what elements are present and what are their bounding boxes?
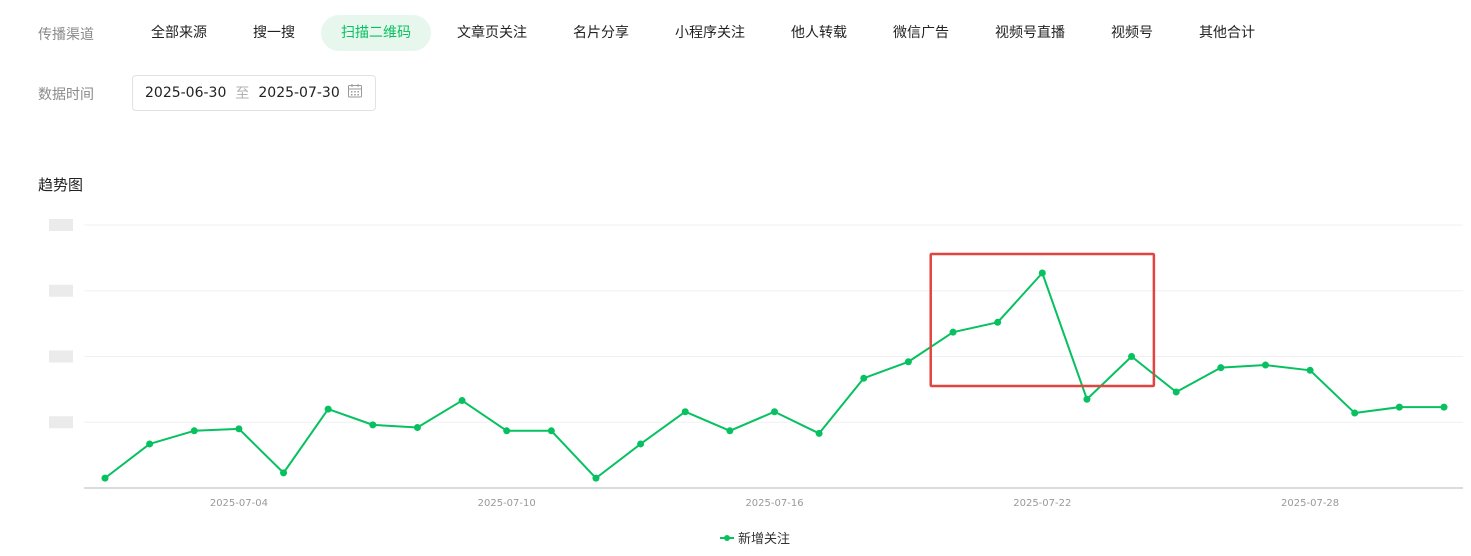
data-point[interactable] (101, 474, 109, 482)
data-point[interactable] (369, 421, 377, 429)
data-point[interactable] (949, 328, 957, 336)
data-point[interactable] (324, 405, 332, 413)
x-tick-label: 2025-07-10 (478, 498, 536, 509)
data-point[interactable] (146, 440, 154, 448)
data-point[interactable] (1351, 409, 1359, 417)
data-point[interactable] (637, 440, 645, 448)
data-point[interactable] (815, 429, 823, 437)
series-line (104, 271, 1444, 480)
data-point[interactable] (592, 474, 600, 482)
data-point[interactable] (771, 408, 778, 416)
legend-series-label: 新增关注 (738, 532, 791, 547)
data-point[interactable] (458, 397, 466, 405)
data-point[interactable] (994, 318, 1002, 326)
x-tick-label: 2025-07-16 (745, 498, 803, 509)
data-point[interactable] (681, 408, 689, 416)
data-point[interactable] (1172, 388, 1180, 396)
y-tick-label-blurred (49, 219, 73, 231)
x-tick-label: 2025-07-22 (1013, 498, 1071, 509)
chart-legend[interactable]: 新增关注 (720, 528, 790, 547)
trend-line-chart: 2025-07-04 2025-07-10 2025-07-16 2025-07-22… (49, 219, 1463, 509)
data-point[interactable] (1083, 395, 1091, 403)
data-point[interactable] (726, 427, 734, 435)
y-tick-label-blurred (49, 350, 73, 363)
data-point[interactable] (503, 427, 511, 435)
y-tick-label-blurred (49, 284, 73, 297)
y-tick-label-blurred (49, 416, 73, 429)
x-tick-label: 2025-07-04 (210, 498, 268, 509)
data-point[interactable] (1038, 269, 1046, 277)
data-point[interactable] (1440, 403, 1448, 411)
data-point[interactable] (1128, 353, 1136, 360)
data-point[interactable] (190, 427, 198, 435)
legend-series-icon (720, 534, 734, 541)
data-point[interactable] (1306, 366, 1314, 374)
x-tick-label: 2025-07-28 (1281, 498, 1339, 509)
data-point[interactable] (413, 424, 421, 432)
data-point[interactable] (235, 425, 243, 433)
data-point[interactable] (280, 469, 288, 477)
data-point[interactable] (547, 427, 555, 435)
data-point[interactable] (904, 358, 912, 366)
data-point[interactable] (1395, 403, 1403, 411)
data-point[interactable] (1217, 364, 1225, 372)
data-point[interactable] (1261, 361, 1269, 369)
data-point[interactable] (860, 374, 868, 382)
